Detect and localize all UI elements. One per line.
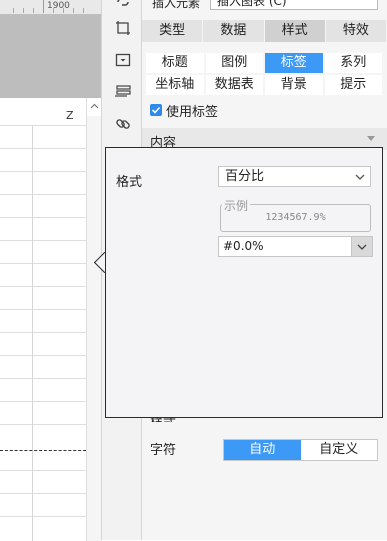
grid-row-line <box>0 148 86 149</box>
spreadsheet-grid[interactable]: Z <box>0 97 102 541</box>
chain-link-icon[interactable] <box>113 114 133 134</box>
format-pattern-value[interactable]: #0.0% <box>223 239 264 253</box>
property-tabs: 类型 数据 样式 特效 <box>142 20 387 42</box>
grid-row-line <box>0 286 86 287</box>
ruler-minor-tick <box>73 8 74 13</box>
example-value: 1234567.9% <box>265 212 326 223</box>
subtab-axis[interactable]: 坐标轴 <box>146 75 204 95</box>
tab-data[interactable]: 数据 <box>203 20 265 42</box>
grid-row-line <box>0 332 86 333</box>
format-label: 格式 <box>116 175 143 190</box>
use-label-checkbox[interactable] <box>150 104 162 116</box>
grid-row-line <box>0 516 86 517</box>
vertical-scrollbar[interactable] <box>86 116 102 541</box>
insert-element-label: 插入元素 <box>152 0 201 10</box>
format-popup: 格式 百分比 示例 1234567.9% #0.0% <box>105 147 383 418</box>
dropdown-box-icon[interactable] <box>113 50 133 70</box>
grid-row-line <box>0 194 86 195</box>
insert-chart-dropdown[interactable]: 插入图表 (C) <box>210 0 378 10</box>
char-mode-auto[interactable]: 自动 <box>224 440 301 460</box>
chevron-down-icon[interactable] <box>350 167 370 186</box>
collapse-caret-icon <box>367 136 375 141</box>
subtab-label[interactable]: 标签 <box>265 53 323 73</box>
layers-icon[interactable] <box>113 82 133 102</box>
ruler-label: 1900 <box>47 1 70 11</box>
subtab-background[interactable]: 背景 <box>265 75 323 95</box>
format-type-select[interactable]: 百分比 <box>218 166 371 187</box>
subtab-series[interactable]: 系列 <box>324 53 382 73</box>
link-icon[interactable] <box>113 0 133 12</box>
grid-row-line <box>0 401 86 402</box>
use-label-checkbox-row[interactable]: 使用标签 <box>150 102 219 120</box>
format-type-value: 百分比 <box>225 169 265 184</box>
ruler-minor-tick <box>63 8 64 13</box>
tab-style[interactable]: 样式 <box>264 20 326 42</box>
ruler-tick <box>43 0 44 13</box>
grid-row-line <box>0 125 86 126</box>
crop-icon[interactable] <box>113 18 133 38</box>
grid-row-line <box>0 355 86 356</box>
grid-row-line <box>0 171 86 172</box>
page-break-line <box>0 450 86 451</box>
char-mode-custom[interactable]: 自定义 <box>301 440 378 460</box>
grid-row-line <box>0 470 86 471</box>
format-pattern-combobox[interactable]: #0.0% <box>218 236 373 257</box>
grid-row-line <box>0 217 86 218</box>
subtab-title[interactable]: 标题 <box>146 53 204 73</box>
tab-effects[interactable]: 特效 <box>325 20 387 42</box>
char-mode-toggle: 自动 自定义 <box>223 439 378 461</box>
scroll-up-icon[interactable] <box>86 98 102 116</box>
char-label: 字符 <box>150 443 177 458</box>
ruler-minor-tick <box>33 8 34 13</box>
subtab-datasheet[interactable]: 数据表 <box>205 75 263 95</box>
grid-row-line <box>0 240 86 241</box>
column-label: Z <box>66 109 74 122</box>
use-label-text: 使用标签 <box>166 104 219 120</box>
checkmark-icon <box>151 106 161 114</box>
grid-row-line <box>0 309 86 310</box>
subtab-tooltip[interactable]: 提示 <box>324 75 382 95</box>
chevron-down-icon[interactable] <box>351 237 372 256</box>
ruler-minor-tick <box>13 8 14 13</box>
horizontal-ruler: 1900 <box>0 0 101 15</box>
grid-row-line <box>0 378 86 379</box>
canvas-area: 1900 <box>0 0 101 97</box>
ruler-minor-tick <box>23 8 24 13</box>
ruler-minor-tick <box>53 8 54 13</box>
ruler-minor-tick <box>83 8 84 13</box>
grid-row-line <box>0 424 86 425</box>
tab-type[interactable]: 类型 <box>142 20 204 42</box>
grid-row-line <box>0 493 86 494</box>
grid-row-line <box>0 263 86 264</box>
insert-element-row: 插入元素 插入图表 (C) <box>142 0 387 12</box>
style-subtabs: 标题 图例 标签 系列 坐标轴 数据表 背景 提示 <box>146 53 382 95</box>
subtab-legend[interactable]: 图例 <box>205 53 263 73</box>
grid-column-line <box>32 125 33 541</box>
